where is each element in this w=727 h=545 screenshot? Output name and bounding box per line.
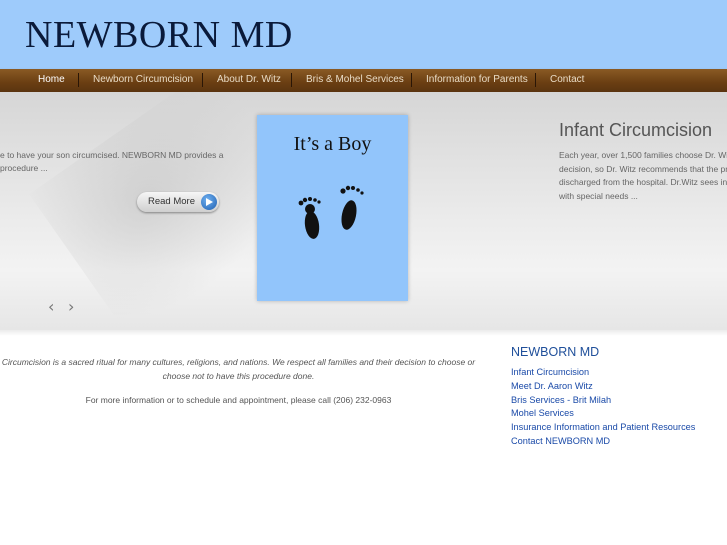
read-more-button[interactable]: Read More xyxy=(137,192,219,212)
slide-excerpt-left: e to have your son circumcised. NEWBORN … xyxy=(0,149,240,175)
site-logo[interactable]: NEWBORN MD xyxy=(25,14,293,56)
sidebar-title: NEWBORN MD xyxy=(511,345,600,359)
slide-excerpt-line: procedure ... xyxy=(0,163,48,173)
nav-about-dr-witz[interactable]: About Dr. Witz xyxy=(217,69,281,92)
sidebar-link-meet-dr-aaron-witz[interactable]: Meet Dr. Aaron Witz xyxy=(511,380,695,394)
sidebar-link-contact-newborn-md[interactable]: Contact NEWBORN MD xyxy=(511,435,695,449)
next-slide-arrow[interactable]: › xyxy=(68,297,74,316)
nav-home[interactable]: Home xyxy=(38,69,65,92)
its-a-boy-card[interactable]: It’s a Boy xyxy=(257,115,408,301)
sidebar-link-insurance-information[interactable]: Insurance Information and Patient Resour… xyxy=(511,421,695,435)
play-icon xyxy=(201,194,217,210)
nav-separator xyxy=(411,73,412,87)
site-header: NEWBORN MD xyxy=(0,0,727,69)
main-nav: Home Newborn Circumcision About Dr. Witz… xyxy=(0,69,727,92)
card-title: It’s a Boy xyxy=(293,133,372,155)
notice-line: choose not to have this procedure done. xyxy=(162,371,315,381)
nav-separator xyxy=(78,73,79,87)
notice-line: Circumcision is a sacred ritual for many… xyxy=(1,357,476,367)
nav-newborn-circumcision[interactable]: Newborn Circumcision xyxy=(93,69,193,92)
sidebar-links: Infant Circumcision Meet Dr. Aaron Witz … xyxy=(511,366,695,449)
slide-title-infant-circumcision[interactable]: Infant Circumcision xyxy=(559,120,712,141)
sidebar-link-mohel-services[interactable]: Mohel Services xyxy=(511,407,695,421)
hero-slider: e to have your son circumcised. NEWBORN … xyxy=(0,92,727,330)
slide-excerpt-line: with special needs ... xyxy=(559,190,638,201)
read-more-label: Read More xyxy=(148,196,195,207)
slide-excerpt-line: decision, so Dr. Witz recommends that th… xyxy=(559,163,727,174)
baby-feet-icon xyxy=(298,185,364,239)
slide-excerpt-line: e to have your son circumcised. NEWBORN … xyxy=(0,150,224,160)
nav-bris-mohel-services[interactable]: Bris & Mohel Services xyxy=(306,69,404,92)
slide-excerpt-line: discharged from the hospital. Dr.Witz se… xyxy=(559,177,727,187)
contact-info: For more information or to schedule and … xyxy=(85,395,392,405)
nav-information-for-parents[interactable]: Information for Parents xyxy=(426,69,528,92)
slide-excerpt-line: Each year, over 1,500 families choose Dr… xyxy=(559,150,727,160)
nav-contact[interactable]: Contact xyxy=(550,69,584,92)
nav-separator xyxy=(535,73,536,87)
sidebar-link-bris-services[interactable]: Bris Services - Brit Milah xyxy=(511,394,695,408)
hero-shadow xyxy=(0,330,727,336)
previous-slide-arrow[interactable]: ‹ xyxy=(48,297,54,316)
slide-excerpt-right: Each year, over 1,500 families choose Dr… xyxy=(559,149,727,203)
circumcision-notice: Circumcision is a sacred ritual for many… xyxy=(0,355,477,383)
nav-separator xyxy=(291,73,292,87)
nav-separator xyxy=(202,73,203,87)
sidebar-link-infant-circumcision[interactable]: Infant Circumcision xyxy=(511,366,695,380)
